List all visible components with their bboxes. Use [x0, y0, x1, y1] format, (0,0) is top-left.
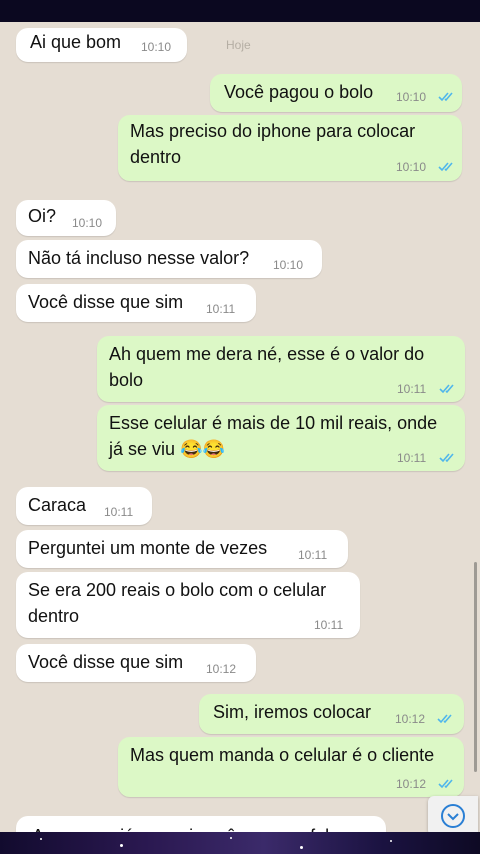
message-text: Sim, iremos colocar [213, 702, 372, 722]
message-text-line: já se viu 😂😂 [109, 439, 225, 459]
message-time: 10:12 [396, 777, 427, 791]
message-incoming[interactable]: Você disse que sim 10:11 [16, 284, 256, 322]
message-time: 10:11 [206, 302, 236, 316]
message-incoming[interactable]: Perguntei um monte de vezes 10:11 [16, 530, 348, 568]
double-check-icon [437, 714, 452, 724]
double-check-icon [438, 162, 453, 172]
message-text: Caraca [28, 495, 87, 515]
message-incoming[interactable]: Não tá incluso nesse valor? 10:10 [16, 240, 322, 278]
message-incoming[interactable]: Agora que já peguei você vem me falar [16, 816, 386, 832]
message-outgoing[interactable]: Sim, iremos colocar 10:12 [199, 694, 464, 734]
message-incoming[interactable]: Se era 200 reais o bolo com o celular de… [16, 572, 360, 638]
message-time: 10:11 [397, 451, 427, 465]
scrollbar[interactable] [474, 562, 477, 772]
scroll-to-bottom-button[interactable] [428, 796, 478, 832]
message-outgoing[interactable]: Ah quem me dera né, esse é o valor do bo… [97, 336, 465, 402]
message-incoming[interactable]: Você disse que sim 10:12 [16, 644, 256, 682]
message-text: Perguntei um monte de vezes [28, 538, 268, 558]
star [120, 844, 123, 847]
message-text: Você disse que sim [28, 292, 184, 312]
message-text-line: Se era 200 reais o bolo com o celular [28, 580, 327, 600]
star [300, 846, 303, 849]
message-text-line: Esse celular é mais de 10 mil reais, ond… [109, 413, 438, 433]
background-wallpaper [0, 832, 480, 854]
status-bar [0, 0, 480, 22]
message-outgoing[interactable]: Mas preciso do iphone para colocar dentr… [118, 115, 462, 181]
message-text: Você pagou o bolo [224, 82, 374, 102]
double-check-icon [438, 92, 453, 102]
message-time: 10:10 [396, 90, 427, 104]
message-text: Não tá incluso nesse valor? [28, 248, 250, 268]
message-text: Agora que já peguei você vem me falar [32, 824, 345, 832]
message-outgoing[interactable]: Você pagou o bolo 10:10 [210, 74, 462, 112]
message-text-line: dentro [28, 606, 80, 626]
message-time: 10:12 [206, 662, 237, 676]
message-time: 10:11 [314, 618, 344, 632]
star [40, 838, 42, 840]
message-time: 10:11 [298, 548, 328, 562]
message-text: Oi? [28, 206, 57, 226]
double-check-icon [439, 453, 454, 463]
message-text: Mas quem manda o celular é o cliente [130, 745, 435, 765]
message-text-line: Mas preciso do iphone para colocar [130, 121, 416, 141]
message-time: 10:10 [273, 258, 304, 272]
message-time: 10:11 [104, 505, 134, 519]
message-text-line: bolo [109, 370, 144, 390]
message-time: 10:10 [396, 160, 427, 174]
double-check-icon [438, 779, 453, 789]
message-time: 10:10 [72, 216, 103, 230]
message-text-line: Ah quem me dera né, esse é o valor do [109, 344, 425, 364]
message-outgoing[interactable]: Mas quem manda o celular é o cliente 10:… [118, 737, 464, 797]
message-incoming[interactable]: Oi? 10:10 [16, 200, 116, 236]
message-time: 10:10 [141, 40, 172, 54]
message-text-line: dentro [130, 147, 182, 167]
message-incoming[interactable]: Ai que bom 10:10 [16, 28, 187, 62]
chevron-down-icon [441, 804, 465, 828]
message-outgoing[interactable]: Esse celular é mais de 10 mil reais, ond… [97, 405, 465, 471]
message-text: Você disse que sim [28, 652, 184, 672]
chat-area[interactable]: Hoje Ai que bom 10:10 Você pagou o bolo … [0, 22, 480, 832]
star [390, 840, 392, 842]
date-chip: Hoje [226, 38, 251, 52]
message-time: 10:12 [395, 712, 426, 726]
message-text: Ai que bom [30, 32, 122, 52]
double-check-icon [439, 384, 454, 394]
star [230, 837, 232, 839]
message-time: 10:11 [397, 382, 427, 396]
message-incoming[interactable]: Caraca 10:11 [16, 487, 152, 525]
